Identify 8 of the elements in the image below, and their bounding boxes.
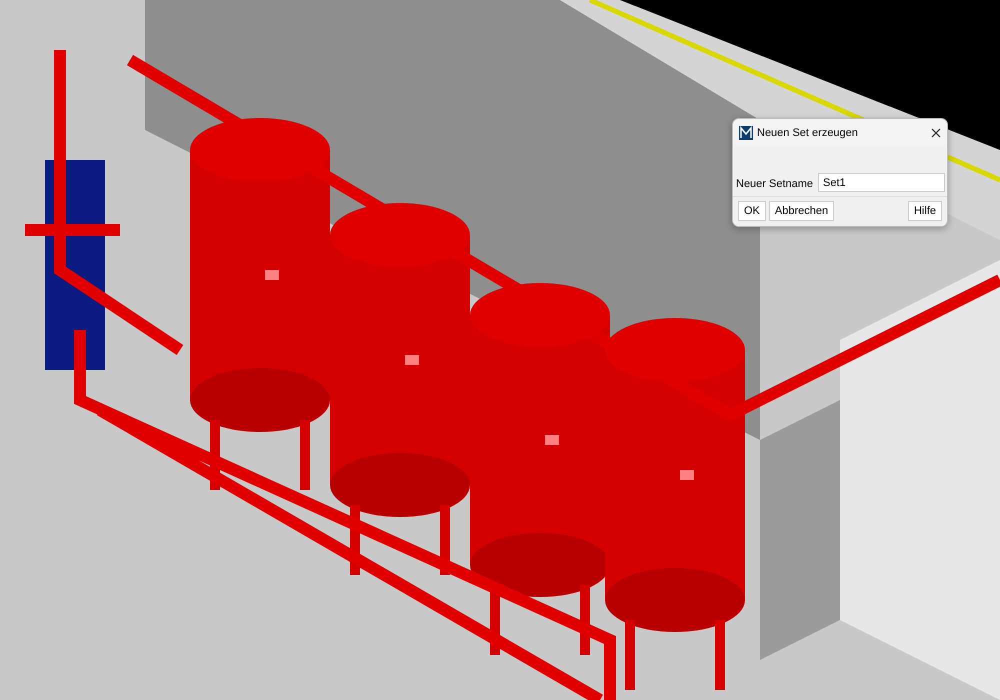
close-icon[interactable]	[931, 128, 941, 138]
dialog-button[interactable]: Abbrechen	[768, 201, 834, 221]
setname-input-field[interactable]: Set1	[818, 173, 945, 192]
app-logo-icon	[739, 126, 753, 140]
field-label: Neuer Setname	[736, 178, 814, 192]
dialog-button[interactable]: Hilfe	[908, 201, 942, 221]
dialog-button[interactable]: OK	[738, 201, 766, 221]
dialog-title: Neuen Set erzeugen	[757, 127, 859, 139]
